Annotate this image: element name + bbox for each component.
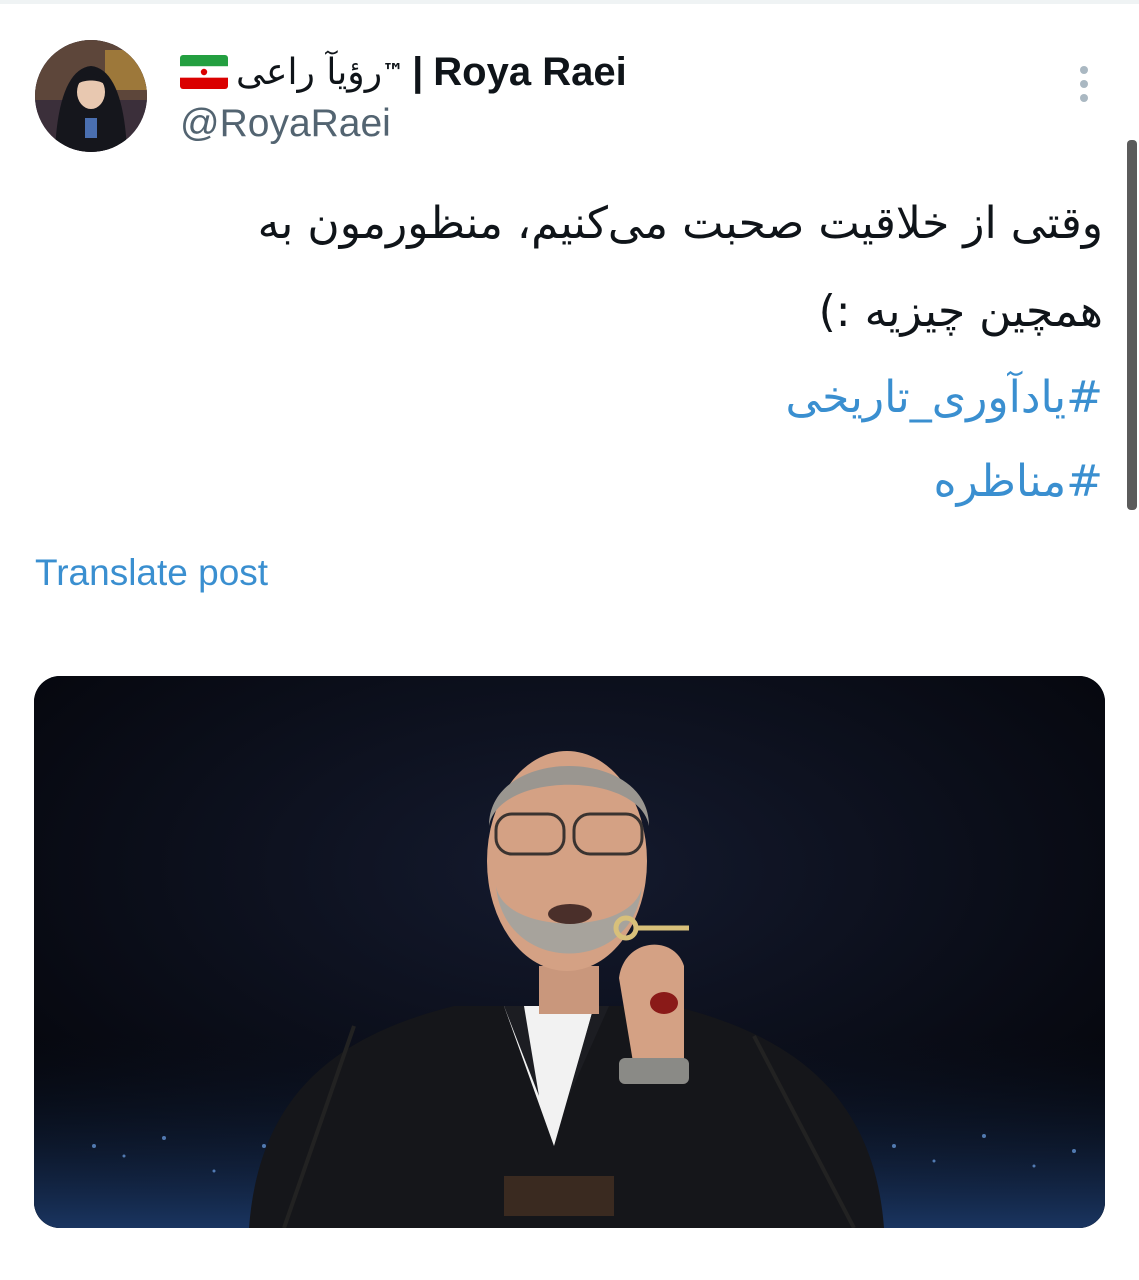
author-name-row[interactable]: رؤیآ راعی ™ | Roya Raei [180,46,627,98]
author-handle[interactable]: @RoyaRaei [180,102,391,146]
top-divider [0,0,1139,4]
display-name-english: Roya Raei [433,49,627,94]
scrollbar[interactable] [1127,140,1137,510]
display-name-persian: رؤیآ راعی [236,51,383,93]
translate-post-link[interactable]: Translate post [35,552,268,594]
hashtag-link[interactable]: #مناظره [934,452,1103,512]
trademark-symbol: ™ [382,59,405,85]
iran-flag-icon [180,55,228,89]
hashtag-link[interactable]: #یادآوری_تاریخی [786,368,1104,428]
avatar[interactable] [35,40,147,152]
display-name-separator: | [412,49,424,94]
more-vertical-icon[interactable] [1068,62,1100,108]
tweet-media-image[interactable] [34,676,1105,1228]
tweet-text: وقتی از خلاقیت صحبت می‌کنیم، منظورمون به… [257,198,1103,337]
